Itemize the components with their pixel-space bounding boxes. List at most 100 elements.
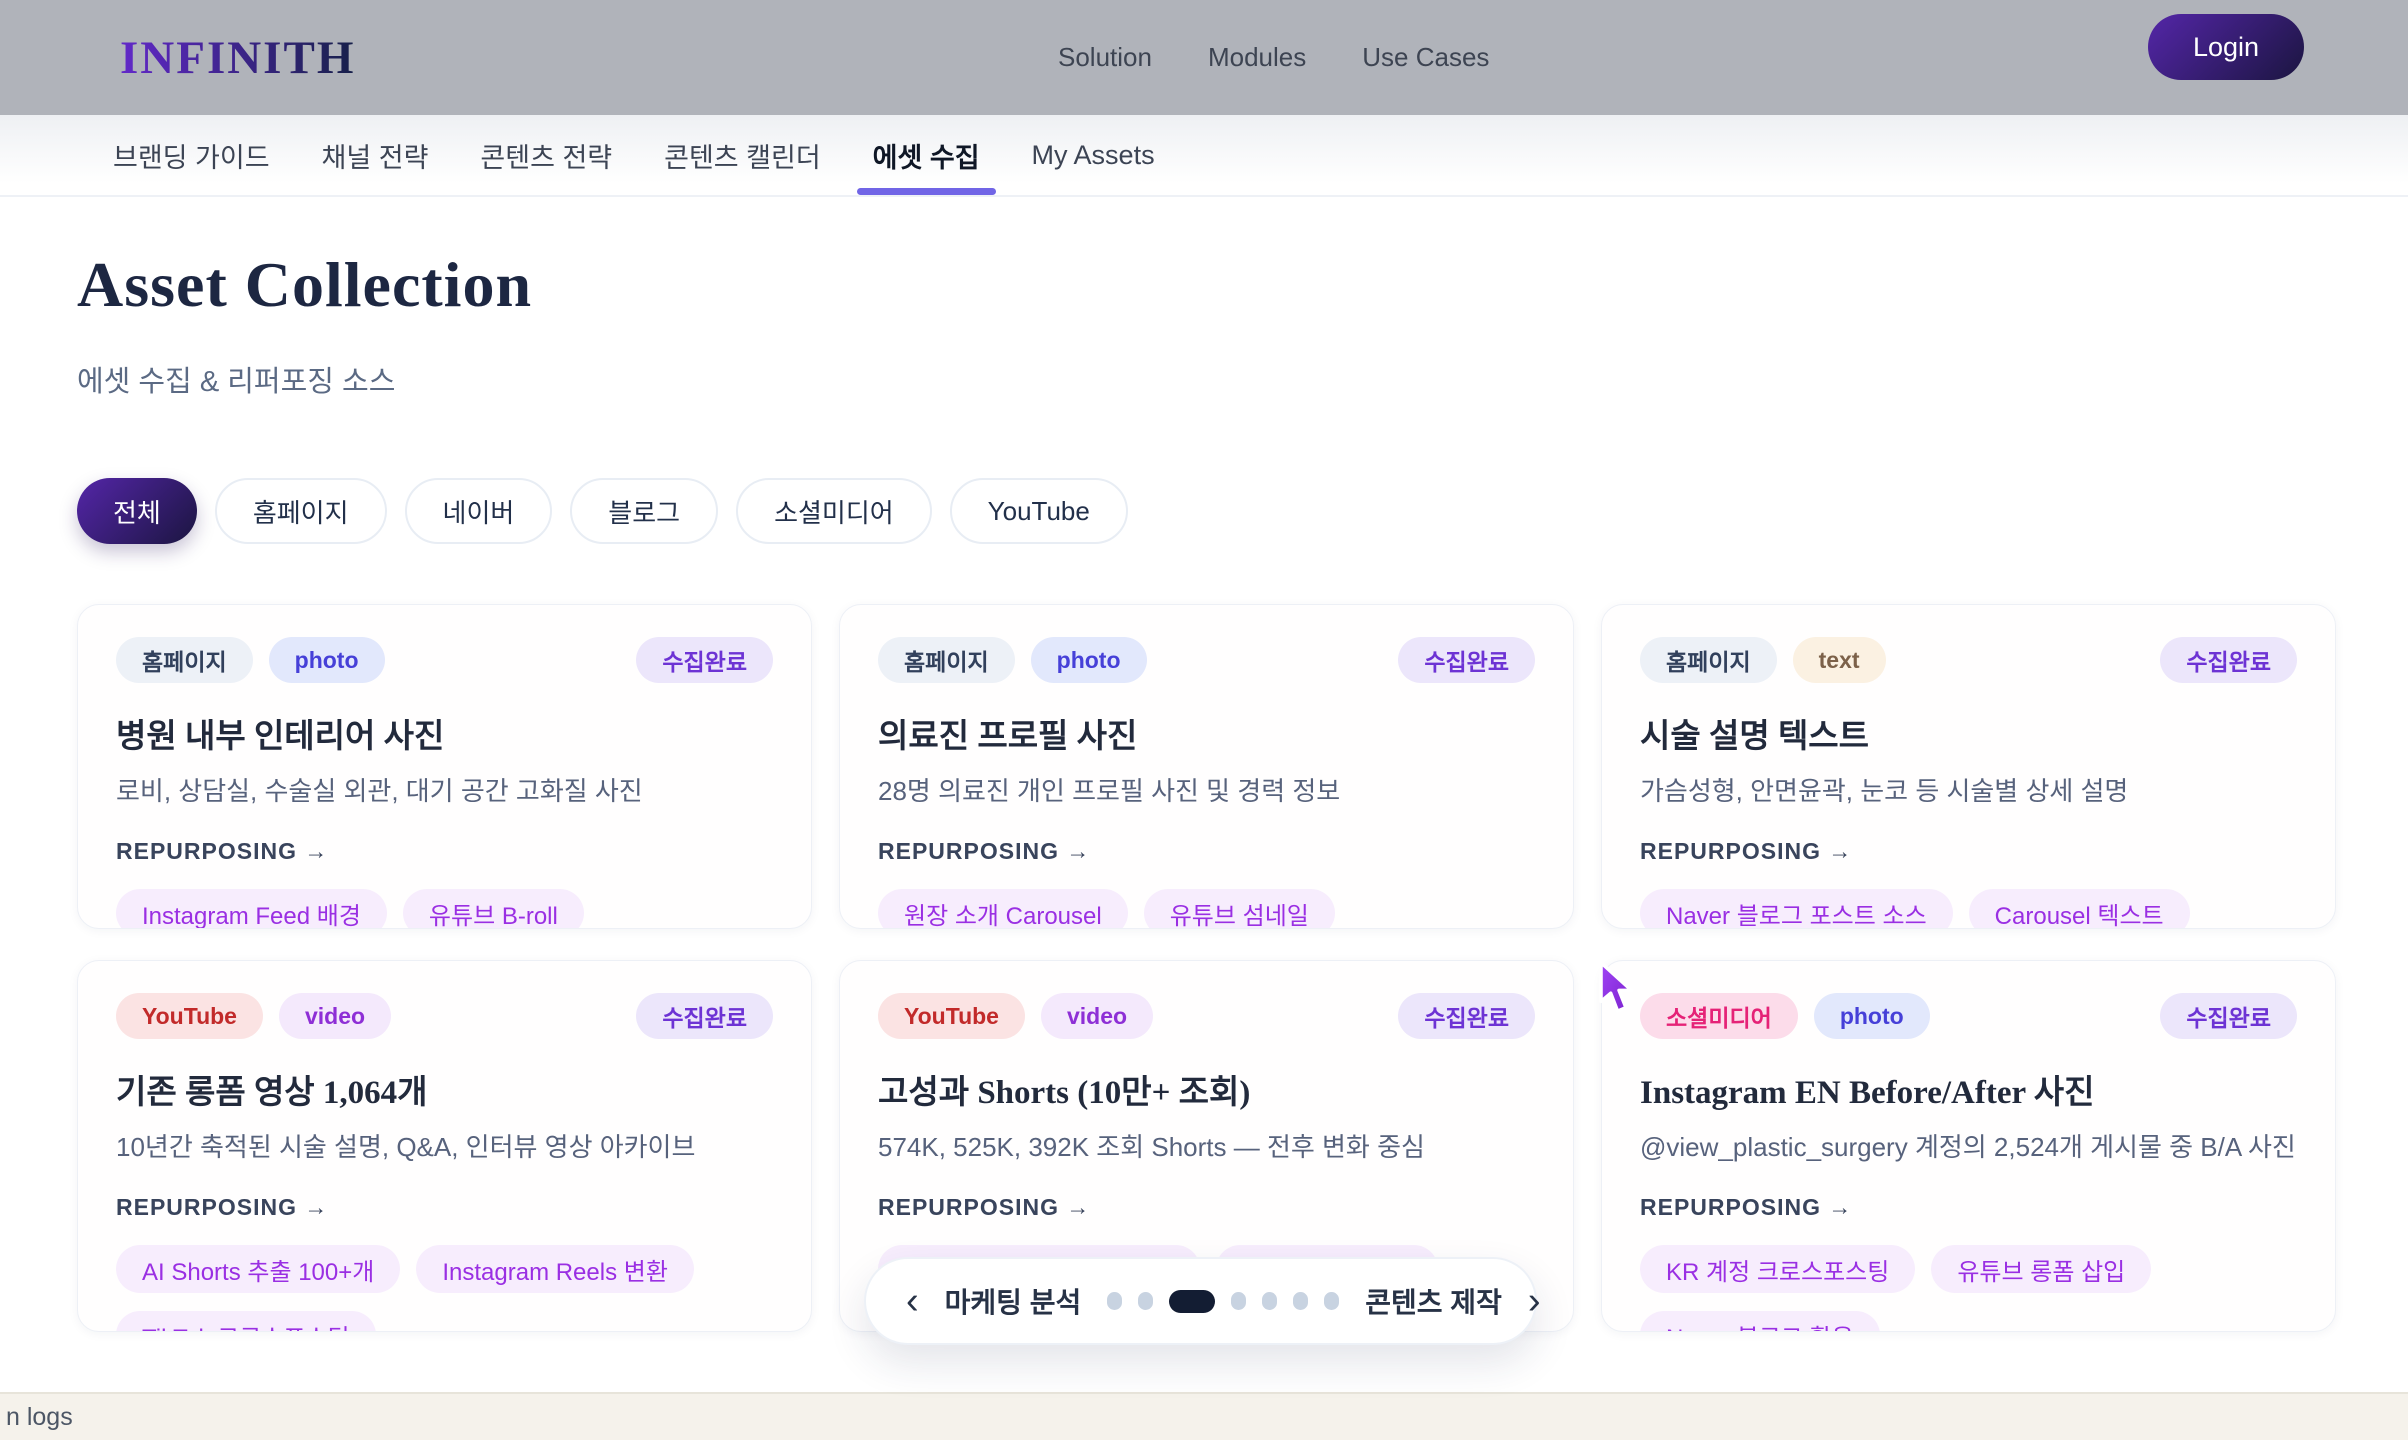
card-title: 병원 내부 인테리어 사진 <box>116 709 773 757</box>
card-description: 로비, 상담실, 수술실 외관, 대기 공간 고화질 사진 <box>116 771 773 808</box>
tab-3[interactable]: 콘텐츠 전략 <box>480 115 612 195</box>
repurposing-label: REPURPOSING → <box>116 838 773 865</box>
asset-card-1: 홈페이지 photo 수집완료병원 내부 인테리어 사진로비, 상담실, 수술실 외… <box>77 604 812 929</box>
repurposing-chip: Naver 블로그 포스트 소스 <box>1640 889 1953 929</box>
asset-card-6: 소셜미디어 photo 수집완료 Instagram EN Before/After … <box>1601 960 2336 1332</box>
asset-card-2: 홈페이지 photo 수집완료의료진 프로필 사진 28명 의료진 개인 프로필 사진… <box>839 604 1574 929</box>
tag-row: YouTube video 수집완료 <box>878 993 1535 1039</box>
repurposing-chip: 유튜브 섬네일 <box>1144 889 1335 929</box>
tag-youtube: YouTube <box>878 993 1025 1039</box>
status-badge: 수집완료 <box>2160 993 2297 1039</box>
repurposing-label: REPURPOSING → <box>878 838 1535 865</box>
tab-6[interactable]: My Assets <box>1032 115 1155 195</box>
footer-strip: n logs <box>0 1392 2408 1440</box>
tag-text: text <box>1793 637 1886 683</box>
repurposing-chips: Instagram Feed 배경유튜브 B-rollNaver 블로그 대표 … <box>116 889 773 929</box>
pager-next-label[interactable]: 콘텐츠 제작 <box>1365 1281 1502 1321</box>
page-title: Asset Collection <box>77 248 532 322</box>
chevron-left-icon[interactable]: ‹ <box>906 1282 919 1320</box>
repurposing-chip: 유튜브 롱폼 삽입 <box>1931 1245 2151 1293</box>
tab-bar: 브랜딩 가이드 채널 전략 콘텐츠 전략 콘텐츠 캘린더 에셋 수집 My Assets <box>0 115 2408 197</box>
pager-dot-6[interactable] <box>1293 1292 1308 1310</box>
repurposing-chip: Naver 블로그 활용 <box>1640 1311 1880 1332</box>
logs-label: n logs <box>6 1403 73 1432</box>
card-description: @view_plastic_surgery 계정의 2,524개 게시물 중 B… <box>1640 1127 2297 1164</box>
filter-pill-1[interactable]: 전체 <box>77 478 197 544</box>
tab-1[interactable]: 브랜딩 가이드 <box>113 115 270 195</box>
repurposing-chip: Instagram Feed 배경 <box>116 889 387 929</box>
section-pager: ‹ 마케팅 분석 콘텐츠 제작 › <box>864 1257 1537 1345</box>
card-description: 가슴성형, 안면윤곽, 눈코 등 시술별 상세 설명 <box>1640 771 2297 808</box>
login-button[interactable]: Login <box>2148 14 2304 80</box>
nav-modules[interactable]: Modules <box>1208 42 1306 73</box>
tag-home: 홈페이지 <box>116 637 253 683</box>
pager-dot-2[interactable] <box>1138 1292 1153 1310</box>
repurposing-chip: Instagram Reels 변환 <box>416 1245 694 1293</box>
repurposing-label: REPURPOSING → <box>1640 838 2297 865</box>
repurposing-chip: AI Shorts 추출 100+개 <box>116 1245 400 1293</box>
tag-photo: photo <box>1031 637 1147 683</box>
status-badge: 수집완료 <box>636 993 773 1039</box>
pager-prev-label[interactable]: 마케팅 분석 <box>945 1281 1082 1321</box>
card-description: 10년간 축적된 시술 설명, Q&A, 인터뷰 영상 아카이브 <box>116 1127 773 1164</box>
repurposing-chips: AI Shorts 추출 100+개 Instagram Reels 변환 TikT… <box>116 1245 773 1332</box>
nav-use-cases[interactable]: Use Cases <box>1362 42 1489 73</box>
repurposing-chip: Carousel 텍스트 <box>1969 889 2190 929</box>
filter-pill-6[interactable]: YouTube <box>950 478 1128 544</box>
card-title: 고성과 Shorts (10만+ 조회) <box>878 1065 1535 1113</box>
repurposing-label: REPURPOSING → <box>116 1194 773 1221</box>
status-badge: 수집완료 <box>2160 637 2297 683</box>
filter-pill-3[interactable]: 네이버 <box>405 478 553 544</box>
tag-row: 홈페이지 photo 수집완료 <box>878 637 1535 683</box>
pager-dot-7[interactable] <box>1324 1292 1339 1310</box>
tag-video: video <box>279 993 391 1039</box>
tab-2[interactable]: 채널 전략 <box>322 115 429 195</box>
tag-social: 소셜미디어 <box>1640 993 1798 1039</box>
status-badge: 수집완료 <box>636 637 773 683</box>
card-description: 574K, 525K, 392K 조회 Shorts — 전후 변화 중심 <box>878 1127 1535 1164</box>
tab-5[interactable]: 에셋 수집 <box>873 115 980 195</box>
tag-youtube: YouTube <box>116 993 263 1039</box>
tag-video: video <box>1041 993 1153 1039</box>
repurposing-chips: Naver 블로그 포스트 소스Carousel 텍스트광고 카피 <box>1640 889 2297 929</box>
tag-photo: photo <box>269 637 385 683</box>
repurposing-label: REPURPOSING → <box>878 1194 1535 1221</box>
repurposing-chip: 원장 소개 Carousel <box>878 889 1128 929</box>
repurposing-chip: KR 계정 크로스포스팅 <box>1640 1245 1915 1293</box>
repurposing-chip: TikTok 크로스포스팅 <box>116 1311 376 1332</box>
filter-bar: 전체 홈페이지 네이버 블로그 소셜미디어 YouTube <box>77 478 1128 544</box>
card-description: 28명 의료진 개인 프로필 사진 및 경력 정보 <box>878 771 1535 808</box>
brand-logo: INFINITH <box>120 31 355 85</box>
top-header: INFINITH Solution Modules Use Cases Logi… <box>0 0 2408 115</box>
card-title: 기존 롱폼 영상 1,064개 <box>116 1065 773 1113</box>
tag-home: 홈페이지 <box>878 637 1015 683</box>
card-title: Instagram EN Before/After 사진 <box>1640 1065 2297 1113</box>
filter-pill-5[interactable]: 소셜미디어 <box>736 478 932 544</box>
status-badge: 수집완료 <box>1398 993 1535 1039</box>
page-subtitle: 에셋 수집 & 리퍼포징 소스 <box>77 358 395 400</box>
pager-dots <box>1107 1290 1339 1313</box>
status-badge: 수집완료 <box>1398 637 1535 683</box>
pager-dot-3[interactable] <box>1169 1290 1215 1313</box>
pager-dot-1[interactable] <box>1107 1292 1122 1310</box>
pager-dot-5[interactable] <box>1262 1292 1277 1310</box>
card-title: 시술 설명 텍스트 <box>1640 709 2297 757</box>
repurposing-chip: 유튜브 B-roll <box>403 889 584 929</box>
asset-card-grid: 홈페이지photo수집완료병원 내부 인테리어 사진로비, 상담실, 수술실 외… <box>77 604 2336 1332</box>
chevron-right-icon[interactable]: › <box>1528 1282 1541 1320</box>
filter-pill-4[interactable]: 블로그 <box>570 478 718 544</box>
tag-row: YouTube video 수집완료 <box>116 993 773 1039</box>
tag-row: 홈페이지 text 수집완료 <box>1640 637 2297 683</box>
tab-4[interactable]: 콘텐츠 캘린더 <box>664 115 821 195</box>
tag-row: 홈페이지 photo 수집완료 <box>116 637 773 683</box>
filter-pill-2[interactable]: 홈페이지 <box>215 478 387 544</box>
tag-photo: photo <box>1814 993 1930 1039</box>
nav-solution[interactable]: Solution <box>1058 42 1152 73</box>
tag-row: 소셜미디어 photo 수집완료 <box>1640 993 2297 1039</box>
asset-card-3: 홈페이지 text 수집완료시술 설명 텍스트가슴성형, 안면윤곽, 눈코 등 시술… <box>1601 604 2336 929</box>
pager-dot-4[interactable] <box>1231 1292 1246 1310</box>
page: { "header": { "logo": "INFINITH", "nav":… <box>0 0 2408 1440</box>
card-title: 의료진 프로필 사진 <box>878 709 1535 757</box>
tag-home: 홈페이지 <box>1640 637 1777 683</box>
asset-card-4: YouTube video 수집완료기존 롱폼 영상 1,064개 10년간 축적된 … <box>77 960 812 1332</box>
